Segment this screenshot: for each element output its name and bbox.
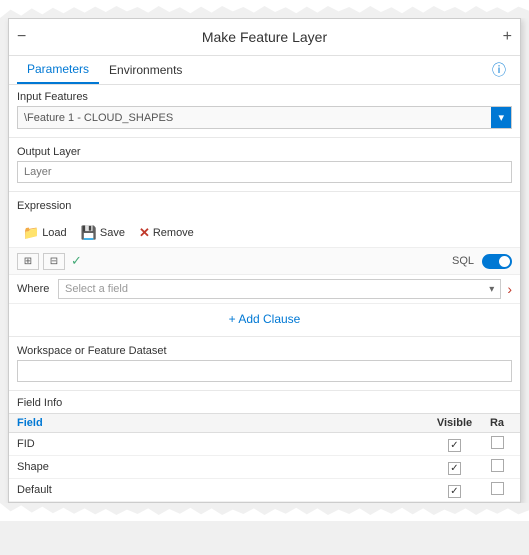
input-features-section: Input Features ▾ [9, 85, 520, 135]
visible-fid[interactable] [427, 437, 482, 452]
input-features-dropdown-btn[interactable]: ▾ [491, 107, 511, 128]
load-button[interactable]: 📁 Load [17, 223, 73, 243]
back-button[interactable]: − [17, 28, 26, 46]
remove-icon: ✕ [139, 225, 150, 241]
tab-bar: Parameters Environments ⓘ [9, 56, 520, 85]
folder-icon: 📁 [23, 225, 39, 241]
input-features-input-row: ▾ [17, 106, 512, 129]
sql-toggle[interactable] [482, 254, 512, 269]
where-label: Where [17, 283, 52, 295]
table-row: FID [9, 433, 520, 456]
workspace-section: Workspace or Feature Dataset [9, 339, 520, 388]
workspace-field[interactable] [17, 360, 512, 382]
add-clause-button[interactable]: + Add Clause [9, 304, 520, 334]
visible-default[interactable] [427, 483, 482, 498]
col-field-header: Field [17, 417, 427, 429]
output-layer-label: Output Layer [17, 146, 512, 158]
visible-shape[interactable] [427, 460, 482, 475]
ra-shape[interactable] [482, 459, 512, 475]
field-info-label: Field Info [17, 397, 62, 409]
dialog-title: Make Feature Layer [202, 29, 327, 45]
workspace-label: Workspace or Feature Dataset [17, 345, 512, 357]
field-default: Default [17, 484, 427, 496]
visible-shape-checkbox[interactable] [448, 462, 461, 475]
remove-button[interactable]: ✕ Remove [133, 223, 200, 243]
sql-toolbar: ⊞ ⊟ ✓ SQL [9, 247, 520, 275]
table-header: Field Visible Ra [9, 413, 520, 433]
ra-default[interactable] [482, 482, 512, 498]
tab-environments[interactable]: Environments [99, 57, 192, 83]
sql-icon-btn-1[interactable]: ⊞ [17, 253, 39, 270]
ra-fid-checkbox[interactable] [491, 436, 504, 449]
visible-fid-checkbox[interactable] [448, 439, 461, 452]
save-button[interactable]: 💾 Save [75, 223, 131, 243]
sql-label: SQL [452, 255, 474, 267]
where-row: Where Select a field ▾ › [9, 275, 520, 304]
field-shape: Shape [17, 461, 427, 473]
col-ra-header: Ra [482, 417, 512, 429]
tab-parameters[interactable]: Parameters [17, 56, 99, 84]
field-chevron-icon: ▾ [489, 284, 494, 295]
field-placeholder: Select a field [65, 283, 128, 295]
table-row: Shape [9, 456, 520, 479]
expression-label: Expression [17, 200, 512, 212]
field-info-header: Field Info [9, 393, 520, 413]
table-row: Default [9, 479, 520, 502]
field-fid: FID [17, 438, 427, 450]
ra-shape-checkbox[interactable] [491, 459, 504, 472]
visible-default-checkbox[interactable] [448, 485, 461, 498]
field-select[interactable]: Select a field ▾ [58, 279, 501, 299]
input-features-label: Input Features [17, 91, 512, 103]
input-features-field[interactable] [18, 108, 491, 128]
expression-section: Expression [9, 194, 520, 219]
where-end-icon: › [507, 281, 512, 297]
ra-fid[interactable] [482, 436, 512, 452]
dialog-header: − Make Feature Layer + [9, 19, 520, 56]
check-button[interactable]: ✓ [69, 251, 84, 271]
save-icon: 💾 [81, 225, 97, 241]
ra-default-checkbox[interactable] [491, 482, 504, 495]
info-button[interactable]: ⓘ [486, 56, 512, 84]
add-button[interactable]: + [503, 28, 512, 46]
output-layer-section: Output Layer [9, 140, 520, 189]
add-clause-label: + Add Clause [229, 312, 301, 326]
sql-icon-btn-2[interactable]: ⊟ [43, 253, 65, 270]
output-layer-field[interactable] [17, 161, 512, 183]
expression-toolbar: 📁 Load 💾 Save ✕ Remove [9, 219, 520, 247]
col-visible-header: Visible [427, 417, 482, 429]
